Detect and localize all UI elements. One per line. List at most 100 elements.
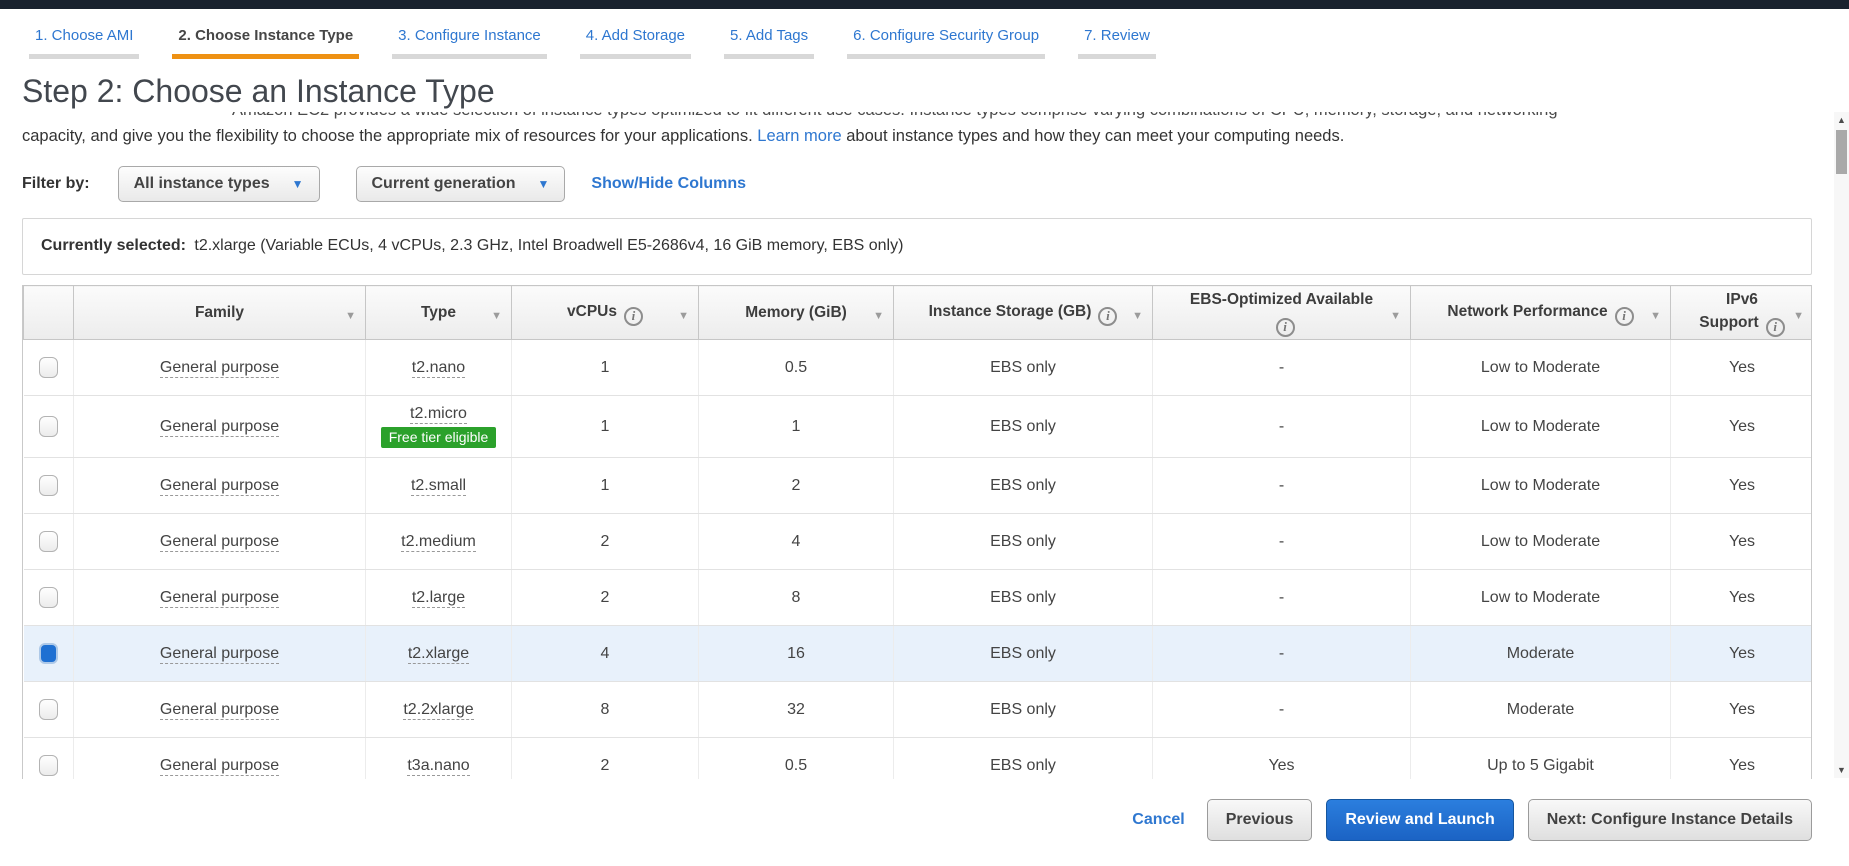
storage-cell: EBS only [893,457,1153,514]
scrollbar-thumb[interactable] [1836,130,1847,174]
type-link[interactable]: t2.large [411,588,466,608]
instance-types-dropdown[interactable]: All instance types ▼ [117,166,320,202]
table-row-t2-micro[interactable]: General purpose t2.micro Free tier eligibl… [23,395,1811,458]
info-icon[interactable]: i [1098,306,1118,326]
show-hide-columns-link[interactable]: Show/Hide Columns [591,175,746,193]
row-checkbox[interactable] [38,587,58,608]
sort-caret-icon: ▼ [491,309,502,322]
next-configure-instance-details-button[interactable]: Next: Configure Instance Details [1527,799,1812,841]
network-performance-cell: Moderate [1410,681,1671,738]
select-cell [23,737,74,779]
ipv6-cell: Yes [1670,681,1811,738]
tab-5-add-tags[interactable]: 5. Add Tags [724,27,815,59]
sort-caret-icon: ▼ [1132,309,1143,322]
ebs-optimized-cell: - [1152,339,1411,396]
type-link[interactable]: t2.2xlarge [403,700,474,720]
learn-more-link[interactable]: Learn more [757,127,841,145]
tab-6-configure-security-group[interactable]: 6. Configure Security Group [847,27,1046,59]
description-line: capacity, and give you the flexibility t… [22,125,1827,147]
tab-4-add-storage[interactable]: 4. Add Storage [579,27,692,59]
type-link[interactable]: t2.micro [410,405,467,424]
tab-3-configure-instance[interactable]: 3. Configure Instance [392,27,547,59]
family-link[interactable]: General purpose [159,417,280,437]
type-link[interactable]: t2.nano [411,358,466,378]
family-cell: General purpose [73,457,366,514]
column-label: Type [420,304,457,321]
family-link[interactable]: General purpose [159,532,280,552]
row-checkbox[interactable] [38,643,58,664]
storage-cell: EBS only [893,513,1153,570]
column-label: IPv6 [1726,291,1758,308]
wizard-tabs: 1. Choose AMI 2. Choose Instance Type 3. C… [0,9,1849,59]
column-label: Family [194,304,245,321]
column-header-network-performance[interactable]: Network Performance i ▼ [1410,285,1671,340]
type-link[interactable]: t2.xlarge [407,644,470,664]
type-link[interactable]: t3a.nano [407,756,470,776]
column-header-type[interactable]: Type ▼ [365,285,512,340]
tab-1-choose-ami[interactable]: 1. Choose AMI [29,27,140,59]
info-icon[interactable]: i [1614,306,1634,326]
info-icon[interactable]: i [1275,318,1295,337]
info-icon[interactable]: i [623,306,643,326]
family-cell: General purpose [73,625,366,682]
row-checkbox[interactable] [38,416,58,437]
select-cell [23,681,74,738]
vcpus-cell: 1 [511,339,699,396]
sort-caret-icon: ▼ [1650,309,1661,322]
column-label: Memory (GiB) [745,304,847,321]
review-and-launch-button[interactable]: Review and Launch [1326,799,1514,841]
family-link[interactable]: General purpose [159,476,280,496]
scroll-down-icon[interactable]: ▼ [1834,762,1849,778]
memory-cell: 4 [698,513,894,570]
column-label: Network Performance i [1431,300,1650,326]
table-row-t2-small[interactable]: General purpose t2.small 1 2 EBS only - Low to… [23,457,1811,514]
column-header-instance-storage-gb[interactable]: Instance Storage (GB) i ▼ [893,285,1153,340]
table-row-t2-2xlarge[interactable]: General purpose t2.2xlarge 8 32 EBS only - Mod… [23,681,1811,738]
type-link[interactable]: t2.medium [401,532,476,552]
ebs-optimized-cell: - [1152,625,1411,682]
description-clipped-line: Amazon EC2 provides a wide selection of … [22,112,1827,121]
vertical-scrollbar[interactable]: ▲ ▼ [1834,112,1849,778]
column-header-vcpus[interactable]: vCPUs i ▼ [511,285,699,340]
storage-cell: EBS only [893,681,1153,738]
column-header-memory-gib[interactable]: Memory (GiB) ▼ [698,285,894,340]
column-header-ipv6-support[interactable]: IPv6 Support i ▼ [1670,285,1811,340]
description-text: capacity, and give you the flexibility t… [22,127,753,145]
scroll-up-icon[interactable]: ▲ [1834,112,1849,128]
row-checkbox[interactable] [38,357,58,378]
row-checkbox[interactable] [38,531,58,552]
table-row-t2-medium[interactable]: General purpose t2.medium 2 4 EBS only - Low t… [23,513,1811,570]
storage-cell: EBS only [893,737,1153,779]
tab-7-review[interactable]: 7. Review [1078,27,1156,59]
table-row-t3a-nano[interactable]: General purpose t3a.nano 2 0.5 EBS only Yes Up… [23,737,1811,779]
table-row-t2-nano[interactable]: General purpose t2.nano 1 0.5 EBS only - Low t… [23,339,1811,396]
cancel-link[interactable]: Cancel [1132,811,1184,829]
row-checkbox[interactable] [38,755,58,776]
generation-dropdown-value: Current generation [371,175,516,192]
family-link[interactable]: General purpose [159,700,280,720]
family-link[interactable]: General purpose [159,756,280,776]
family-link[interactable]: General purpose [159,644,280,664]
previous-button[interactable]: Previous [1206,799,1313,841]
tab-2-choose-instance-type[interactable]: 2. Choose Instance Type [172,27,360,59]
network-performance-cell: Low to Moderate [1410,513,1671,570]
row-checkbox[interactable] [38,699,58,720]
type-cell: t2.xlarge [365,625,512,682]
type-cell: t3a.nano [365,737,512,779]
column-header-family[interactable]: Family ▼ [73,285,366,340]
type-link[interactable]: t2.small [410,476,467,496]
select-cell [23,457,74,514]
info-icon[interactable]: i [1765,318,1785,337]
generation-dropdown[interactable]: Current generation ▼ [355,166,566,202]
row-checkbox[interactable] [38,475,58,496]
currently-selected-label: Currently selected: [41,237,186,254]
ipv6-cell: Yes [1670,513,1811,570]
table-row-t2-xlarge[interactable]: General purpose t2.xlarge 4 16 EBS only - Mode… [23,625,1811,682]
page-title: Step 2: Choose an Instance Type [22,73,1849,112]
instance-type-table: Family ▼ Type ▼ vCPUs i ▼ Memory (GiB) ▼ Instance… [23,285,1811,779]
ipv6-cell: Yes [1670,339,1811,396]
column-header-ebs-optimized-available[interactable]: EBS-Optimized Available i ▼ [1152,285,1411,340]
table-row-t2-large[interactable]: General purpose t2.large 2 8 EBS only - Low to… [23,569,1811,626]
family-link[interactable]: General purpose [159,588,280,608]
family-link[interactable]: General purpose [159,358,280,378]
